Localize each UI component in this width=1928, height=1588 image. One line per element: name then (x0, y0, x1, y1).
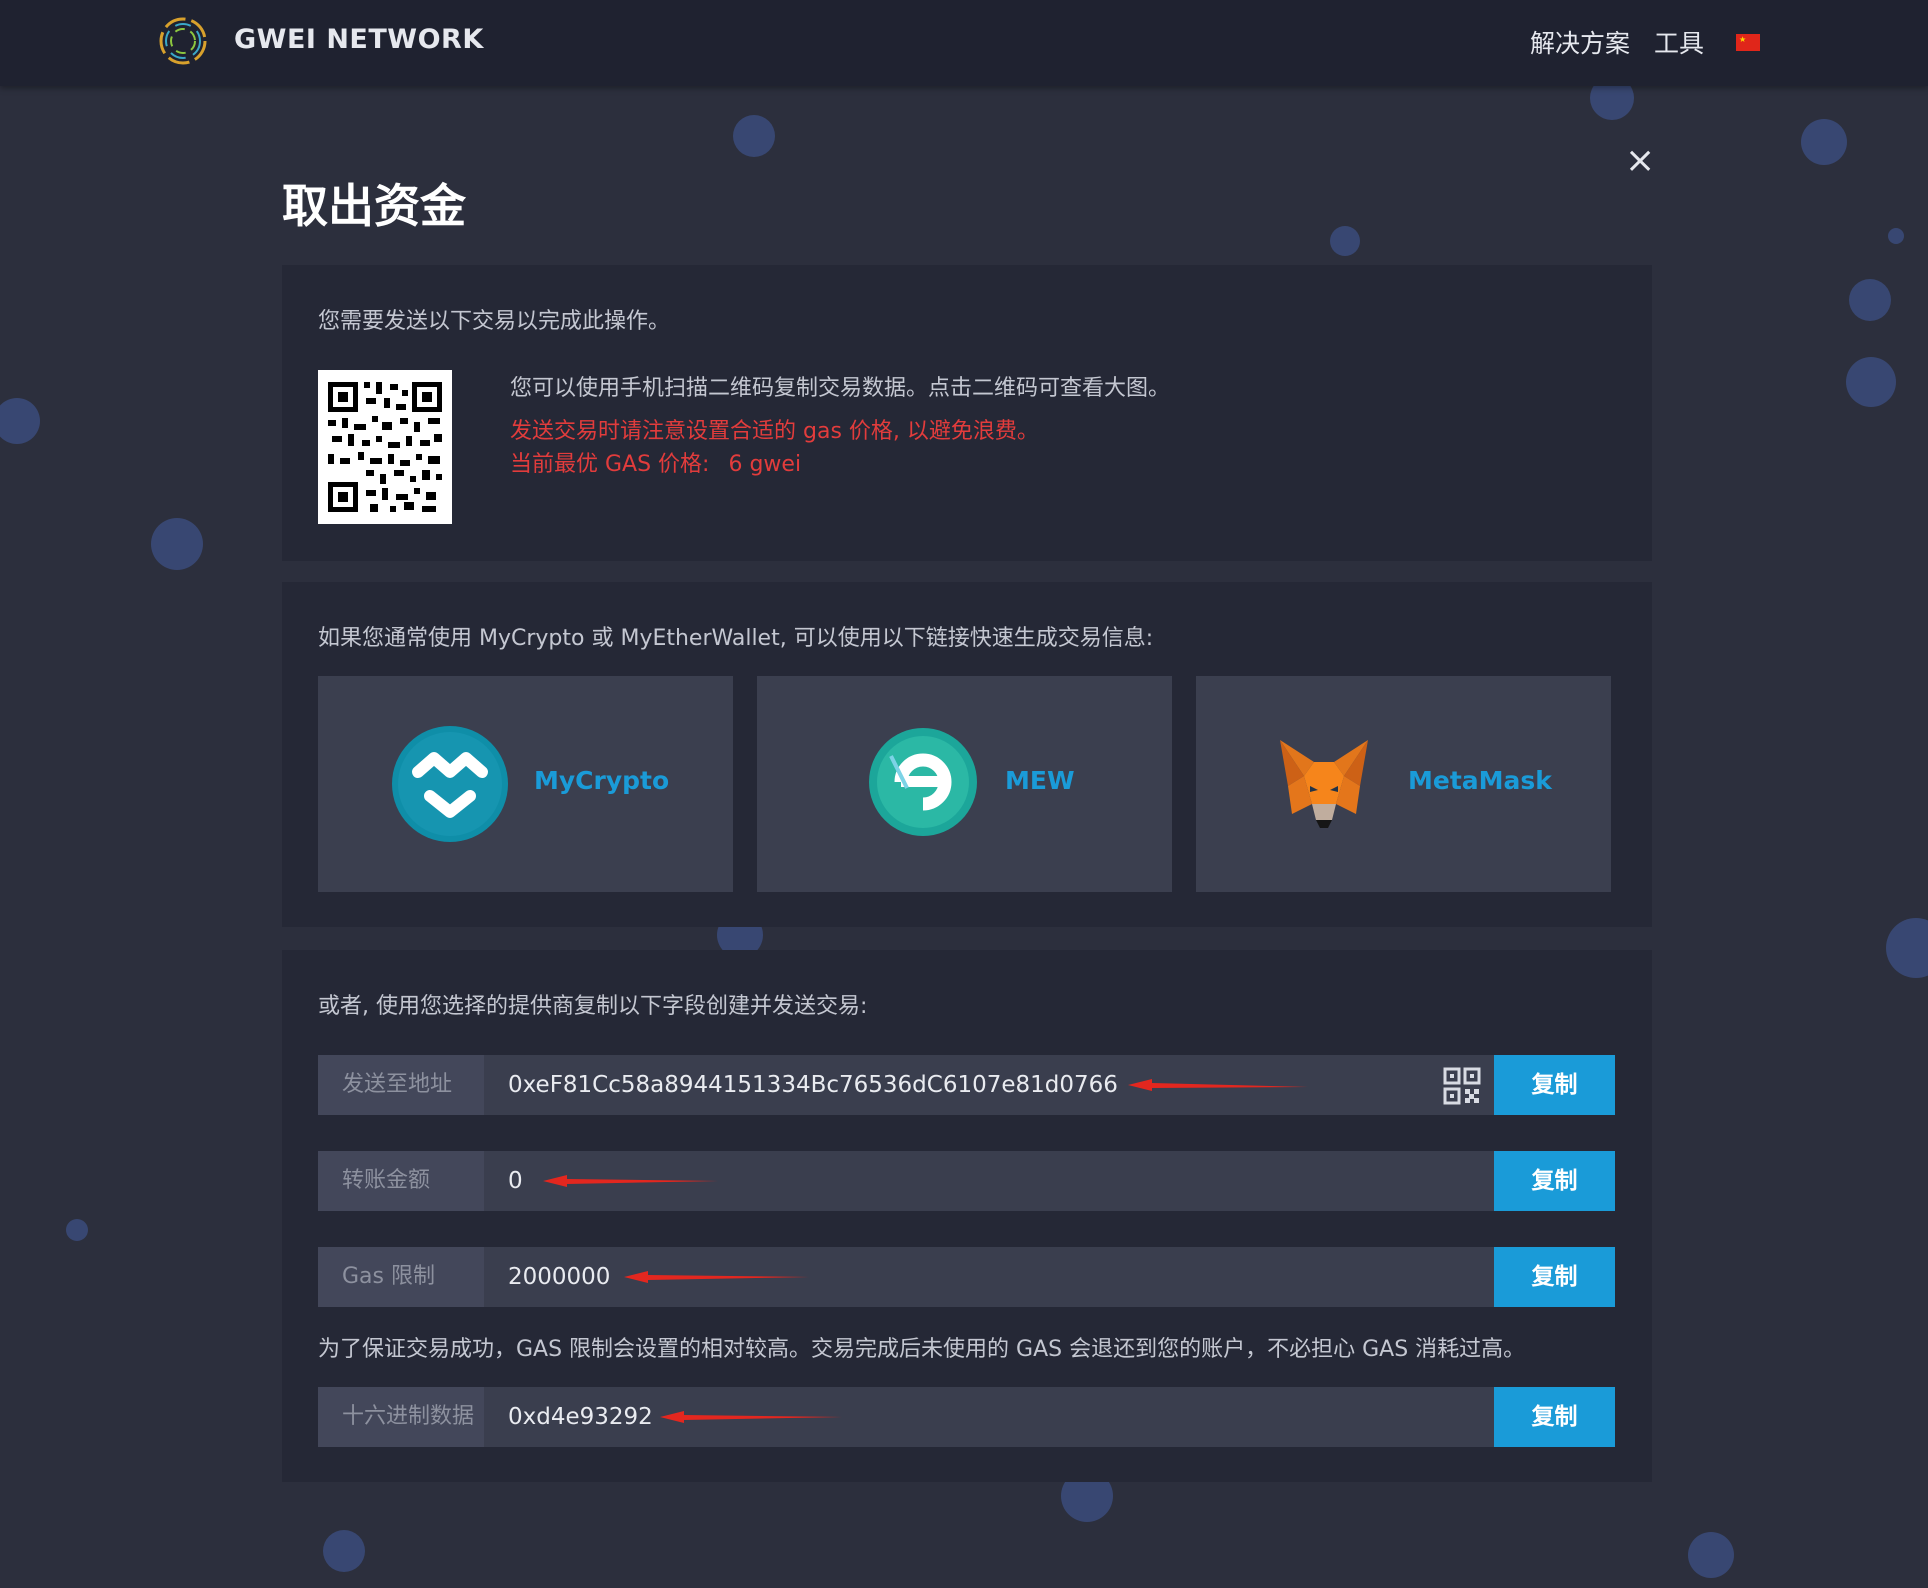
copy-button[interactable]: 复制 (1494, 1151, 1615, 1211)
gas-note: 为了保证交易成功，GAS 限制会设置的相对较高。交易完成后未使用的 GAS 会退… (318, 1337, 1526, 1362)
wallet-label: MyCrypto (534, 766, 670, 795)
qr-panel-intro: 您需要发送以下交易以完成此操作。 (318, 309, 671, 334)
gas-limit-value[interactable]: 2000000 (508, 1247, 610, 1307)
wallet-label: MetaMask (1408, 766, 1552, 795)
field-row-amount: 转账金额 0 复制 (318, 1151, 1615, 1211)
hex-data-value[interactable]: 0xd4e93292 (508, 1387, 653, 1447)
gwei-logo-icon[interactable] (156, 14, 210, 68)
field-row-to-address: 发送至地址 0xeF81Cc58a8944151334Bc76536dC6107… (318, 1055, 1615, 1115)
background-dot (1888, 228, 1904, 244)
metamask-fox-icon (1280, 740, 1368, 828)
gas-warning: 发送交易时请注意设置合适的 gas 价格, 以避免浪费。 (510, 419, 1039, 444)
qr-panel: 您需要发送以下交易以完成此操作。 您可以使用手机扫描二维码复制交易数据。点击二维… (282, 265, 1652, 561)
wallet-mew[interactable]: MEW (757, 676, 1172, 892)
gas-price-label: 当前最优 GAS 价格: (510, 452, 710, 477)
page-title: 取出资金 (282, 179, 466, 233)
field-label: 发送至地址 (318, 1055, 484, 1115)
red-arrow-annotation (1128, 1079, 1308, 1091)
close-icon[interactable]: × (1625, 143, 1655, 179)
red-arrow-annotation (543, 1175, 718, 1187)
field-label: Gas 限制 (318, 1247, 484, 1307)
fields-panel: 或者, 使用您选择的提供商复制以下字段创建并发送交易: 发送至地址 0xeF81… (282, 950, 1652, 1482)
wallets-panel: 如果您通常使用 MyCrypto 或 MyEtherWallet, 可以使用以下… (282, 582, 1652, 927)
qr-code-icon[interactable] (318, 370, 452, 524)
background-dot (66, 1219, 88, 1241)
gas-price-info: 当前最优 GAS 价格: 6 gwei (510, 446, 801, 478)
background-dot (151, 518, 203, 570)
copy-button[interactable]: 复制 (1494, 1387, 1615, 1447)
china-flag-icon[interactable]: ★ (1736, 34, 1760, 51)
amount-value[interactable]: 0 (508, 1151, 523, 1211)
copy-button[interactable]: 复制 (1494, 1247, 1615, 1307)
field-label: 转账金额 (318, 1151, 484, 1211)
wallet-label: MEW (1005, 766, 1075, 795)
red-arrow-annotation (624, 1271, 809, 1283)
field-row-hex-data: 十六进制数据 0xd4e93292 复制 (318, 1387, 1615, 1447)
wallets-intro: 如果您通常使用 MyCrypto 或 MyEtherWallet, 可以使用以下… (318, 626, 1154, 651)
nav-tools[interactable]: 工具 (1654, 24, 1704, 60)
background-dot (323, 1530, 365, 1572)
fields-intro: 或者, 使用您选择的提供商复制以下字段创建并发送交易: (318, 994, 868, 1019)
to-address-value[interactable]: 0xeF81Cc58a8944151334Bc76536dC6107e81d07… (508, 1055, 1118, 1115)
background-dot (1330, 226, 1360, 256)
wallet-metamask[interactable]: MetaMask (1196, 676, 1611, 892)
scan-hint: 您可以使用手机扫描二维码复制交易数据。点击二维码可查看大图。 (510, 376, 1171, 401)
background-dot (1688, 1532, 1734, 1578)
field-label: 十六进制数据 (318, 1387, 484, 1447)
mew-icon (869, 728, 977, 836)
background-dot (1849, 279, 1891, 321)
gas-price-value: 6 gwei (728, 452, 802, 477)
field-row-gas-limit: Gas 限制 2000000 复制 (318, 1247, 1615, 1307)
brand-name[interactable]: GWEI NETWORK (234, 24, 484, 55)
mycrypto-icon (392, 726, 508, 842)
wallet-mycrypto[interactable]: MyCrypto (318, 676, 733, 892)
background-dot (733, 115, 775, 157)
background-dot (1886, 918, 1928, 978)
copy-button[interactable]: 复制 (1494, 1055, 1615, 1115)
background-dot (1801, 119, 1847, 165)
background-dot (1846, 357, 1896, 407)
qr-code-icon[interactable] (1443, 1067, 1481, 1105)
red-arrow-annotation (660, 1411, 842, 1423)
background-dot (0, 398, 40, 444)
top-navbar: GWEI NETWORK 解决方案 工具 ★ (0, 0, 1928, 86)
nav-solutions[interactable]: 解决方案 (1530, 24, 1630, 60)
